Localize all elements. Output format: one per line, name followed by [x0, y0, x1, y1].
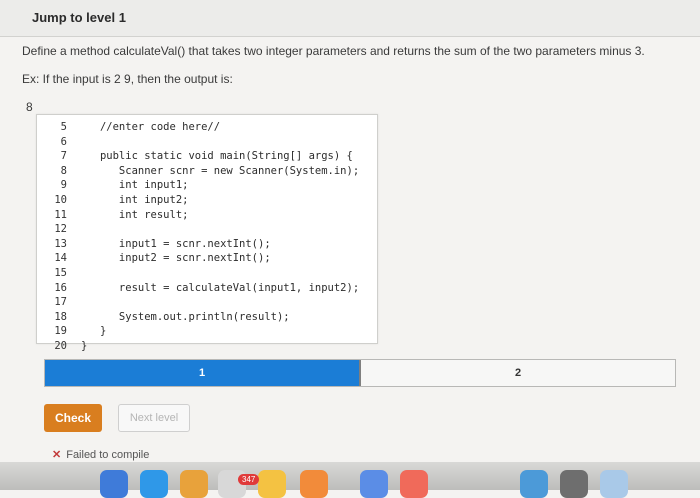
code-line[interactable]: 10 int input2;: [37, 194, 377, 209]
line-number: 8: [60, 164, 67, 177]
code-text[interactable]: public static void main(String[] args) {: [81, 150, 353, 162]
music-icon[interactable]: [400, 470, 428, 498]
code-text[interactable]: int result;: [81, 209, 189, 221]
example-text: Ex: If the input is 2 9, then the output…: [22, 72, 233, 86]
code-text[interactable]: result = calculateVal(input1, input2);: [81, 282, 359, 294]
line-number: 13: [54, 237, 67, 250]
line-number: 17: [54, 296, 67, 309]
line-number: 20: [54, 339, 67, 352]
line-number: 5: [60, 121, 67, 133]
code-line[interactable]: 14 input2 = scnr.nextInt();: [37, 252, 377, 267]
calendar-icon[interactable]: [520, 470, 548, 498]
terminal-icon[interactable]: [560, 470, 588, 498]
code-line[interactable]: 19 }: [37, 325, 377, 340]
check-button[interactable]: Check: [44, 404, 102, 432]
code-line[interactable]: 7 public static void main(String[] args)…: [37, 150, 377, 165]
code-line[interactable]: 6: [37, 136, 377, 151]
code-text[interactable]: //enter code here//: [81, 121, 220, 133]
code-line[interactable]: 8 Scanner scnr = new Scanner(System.in);: [37, 165, 377, 180]
app-store-icon[interactable]: [140, 470, 168, 498]
compile-status-text: Failed to compile: [66, 449, 150, 461]
notification-badge: 347: [238, 474, 260, 485]
line-number: 7: [60, 150, 67, 163]
example-output: 8: [26, 100, 33, 114]
level-segment-2[interactable]: 2: [359, 360, 675, 386]
code-text[interactable]: int input2;: [81, 194, 189, 206]
line-number: 11: [54, 208, 67, 221]
top-bar: Jump to level 1: [0, 0, 700, 37]
line-number: 19: [54, 325, 67, 338]
compile-status: ✕ Failed to compile: [52, 448, 149, 461]
error-x-icon: ✕: [52, 449, 62, 461]
line-number: 9: [60, 179, 67, 192]
line-number: 16: [54, 281, 67, 294]
code-line[interactable]: 5 //enter code here//: [37, 121, 377, 136]
code-text[interactable]: input1 = scnr.nextInt();: [81, 238, 271, 250]
line-number: 15: [54, 266, 67, 279]
code-line[interactable]: 18 System.out.println(result);: [37, 311, 377, 326]
jump-to-level-title[interactable]: Jump to level 1: [32, 10, 126, 25]
line-number: 12: [54, 223, 67, 236]
notes-icon[interactable]: [258, 470, 286, 498]
code-text[interactable]: System.out.println(result);: [81, 311, 290, 323]
settings-icon[interactable]: [360, 470, 388, 498]
level-segment-1[interactable]: 1: [45, 360, 359, 386]
code-line[interactable]: 11 int result;: [37, 209, 377, 224]
preview-icon[interactable]: [600, 470, 628, 498]
code-line[interactable]: 17: [37, 296, 377, 311]
next-level-button[interactable]: Next level: [118, 404, 190, 432]
code-editor[interactable]: 5 //enter code here//6 7 public static vo…: [36, 114, 378, 352]
os-dock: [0, 462, 700, 498]
code-line[interactable]: 12: [37, 223, 377, 238]
code-text[interactable]: int input1;: [81, 179, 189, 191]
code-text[interactable]: }: [81, 340, 87, 352]
code-text[interactable]: Scanner scnr = new Scanner(System.in);: [81, 165, 359, 177]
code-line[interactable]: 20}: [37, 340, 377, 355]
code-lines[interactable]: 5 //enter code here//6 7 public static vo…: [37, 121, 377, 355]
photos-icon[interactable]: [300, 470, 328, 498]
code-line[interactable]: 16 result = calculateVal(input1, input2)…: [37, 282, 377, 297]
problem-statement: Define a method calculateVal() that take…: [22, 44, 645, 58]
level-progress-bar: 1 2: [44, 359, 676, 387]
code-line[interactable]: 13 input1 = scnr.nextInt();: [37, 238, 377, 253]
line-number: 14: [54, 252, 67, 265]
code-text[interactable]: }: [81, 325, 106, 337]
line-number: 18: [54, 310, 67, 323]
code-line[interactable]: 15: [37, 267, 377, 282]
line-number: 6: [60, 135, 67, 148]
code-line[interactable]: 9 int input1;: [37, 179, 377, 194]
code-text[interactable]: input2 = scnr.nextInt();: [81, 252, 271, 264]
line-number: 10: [54, 193, 67, 206]
finder-icon[interactable]: [100, 470, 128, 498]
safari-icon[interactable]: [180, 470, 208, 498]
